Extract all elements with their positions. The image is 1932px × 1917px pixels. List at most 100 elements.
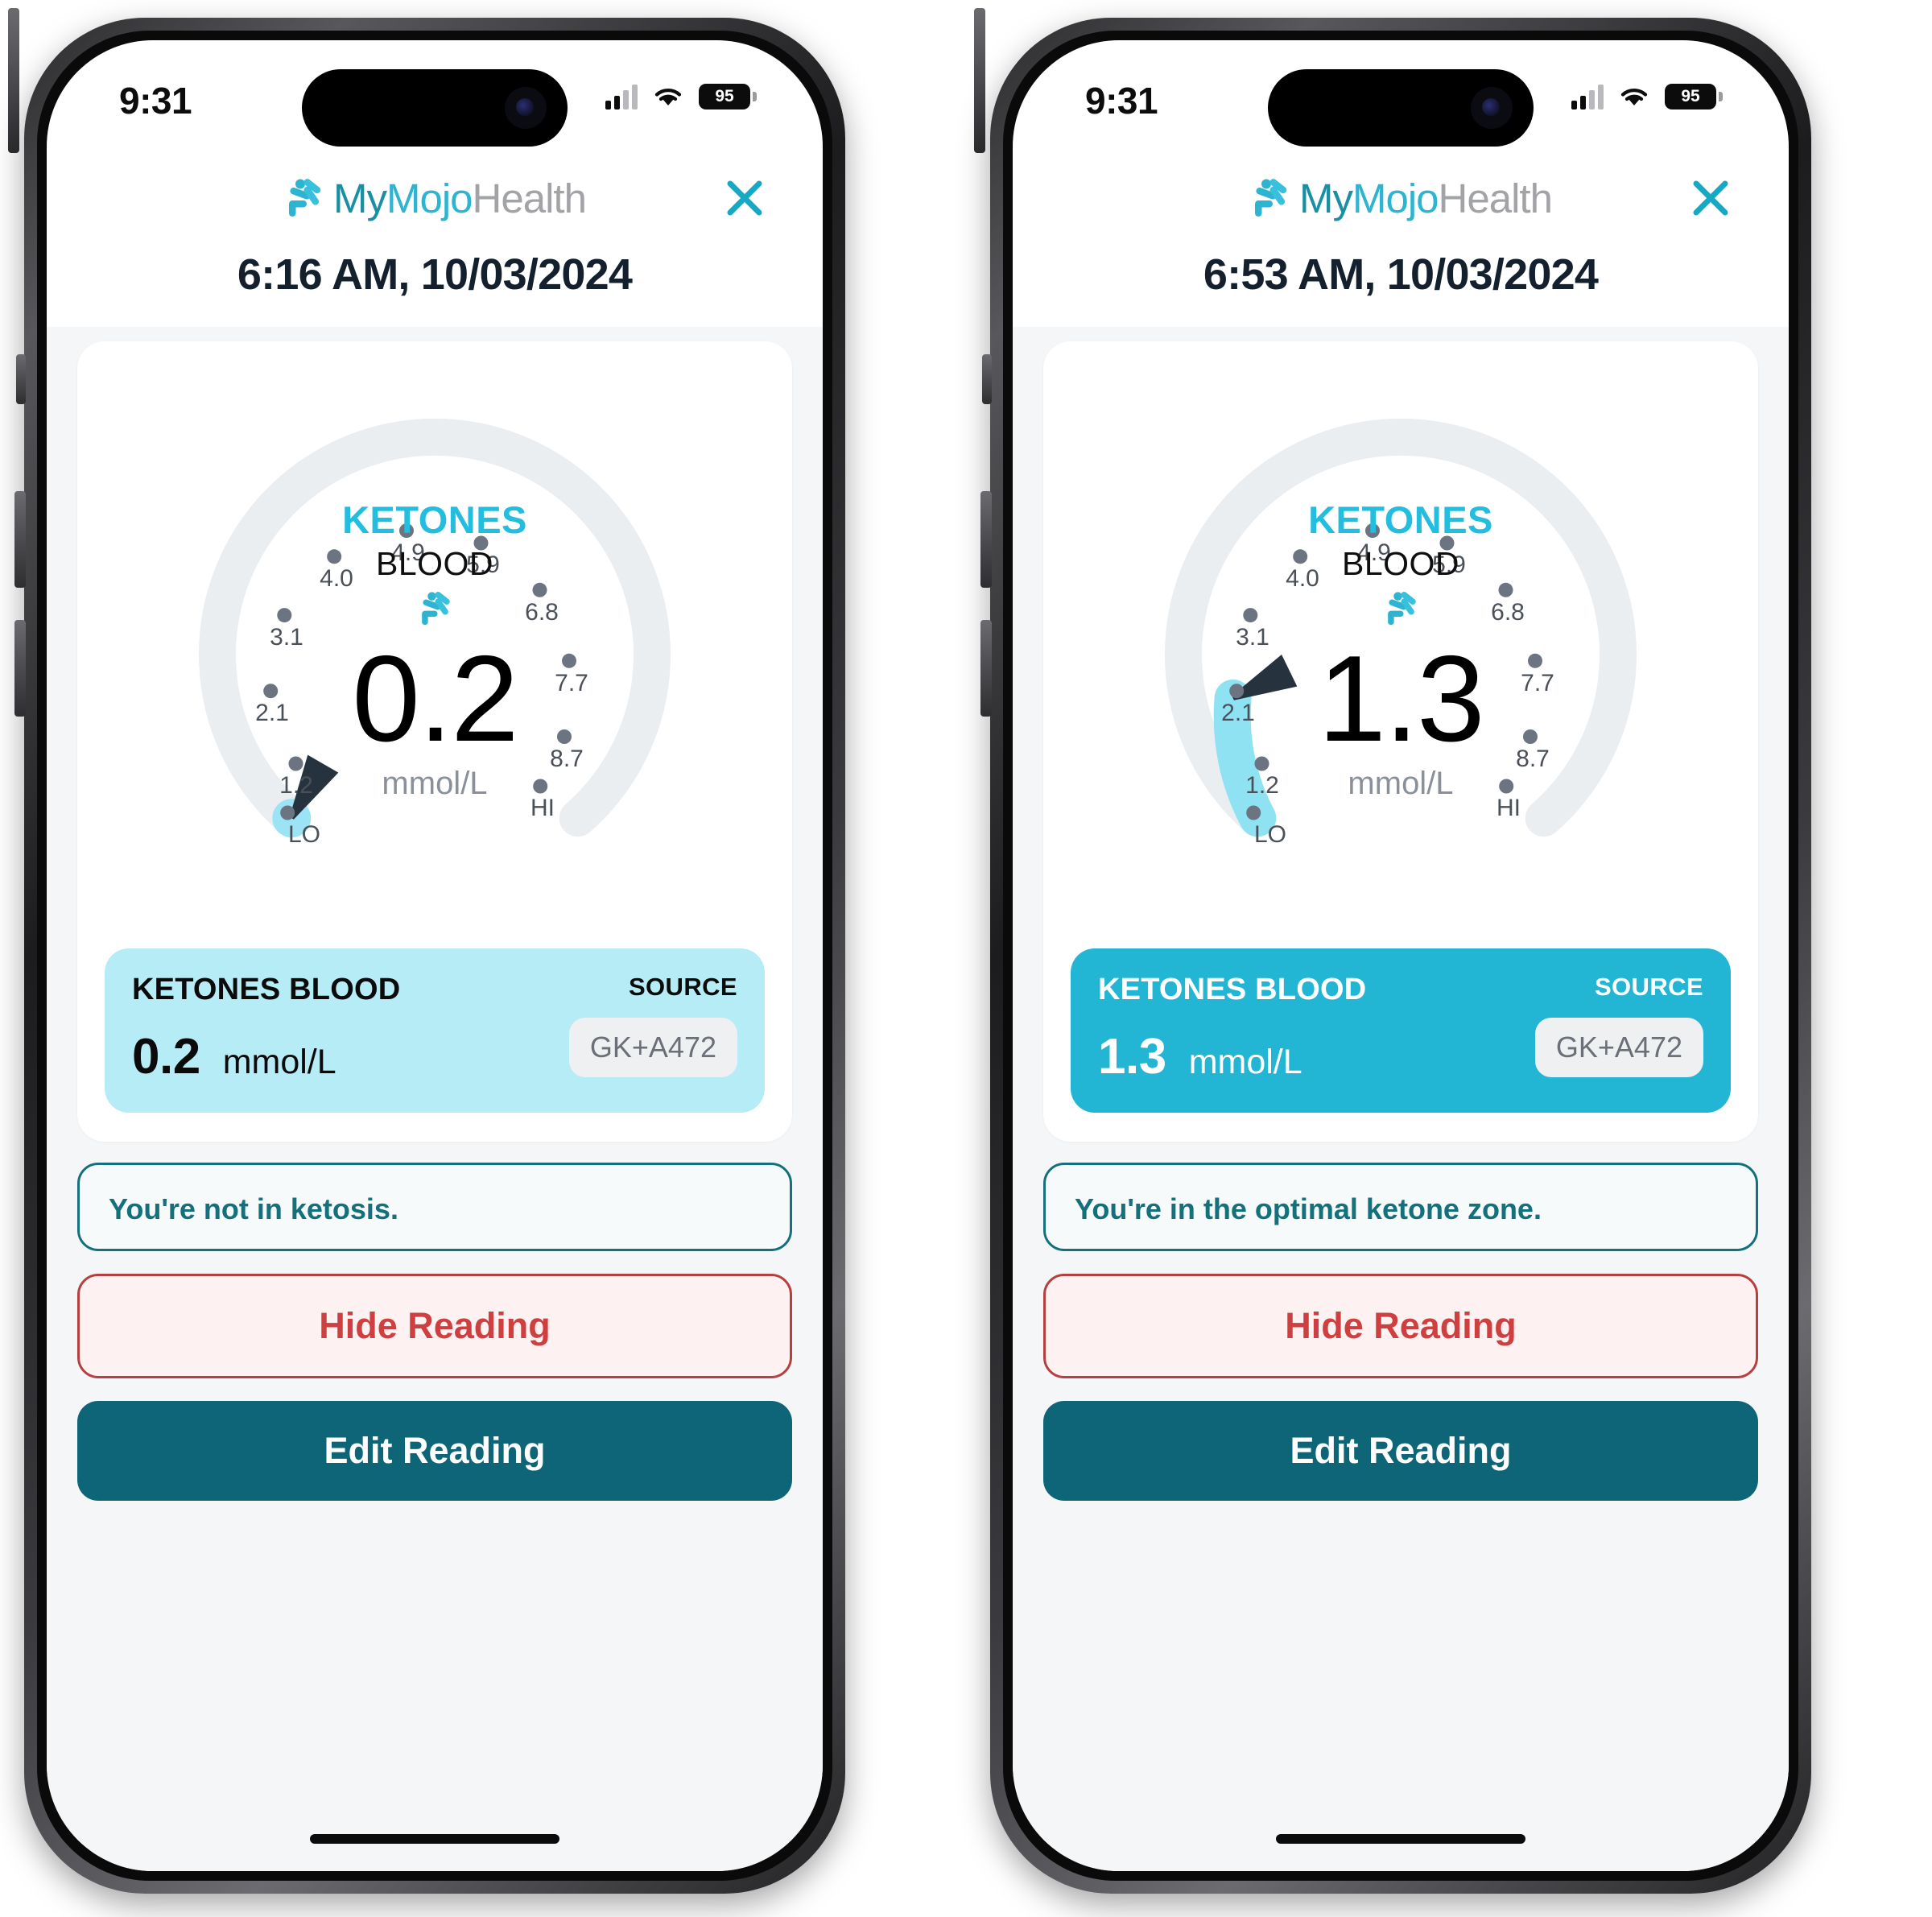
status-time: 9:31 bbox=[1085, 80, 1158, 122]
reading-right: SOURCE GK+A472 bbox=[1534, 973, 1703, 1077]
gauge-tick-5: 4.9 bbox=[1357, 539, 1391, 566]
mymojo-runner-icon bbox=[1255, 179, 1287, 217]
reading-value: 0.2 bbox=[132, 1029, 200, 1085]
status-time: 9:31 bbox=[119, 80, 192, 122]
cellular-signal-icon bbox=[605, 84, 638, 109]
brand-mojo: Mojo bbox=[1352, 175, 1439, 221]
reading-left: KETONES BLOOD 0.2 mmol/L bbox=[132, 973, 400, 1085]
screenshot-root: 9:31 95 MyMojoHealth 6:16 AM, 10/03/2024… bbox=[0, 0, 1932, 1917]
dynamic-island bbox=[302, 69, 568, 147]
ketones-gauge: 1.2 2.1 3.1 4.0 4.9 5.9 6.8 7.7 8.7 LO H… bbox=[1087, 361, 1715, 924]
reading-value: 1.3 bbox=[1098, 1029, 1166, 1085]
reading-summary-card: KETONES BLOOD 0.2 mmol/L SOURCE GK+A472 bbox=[105, 948, 765, 1113]
status-message: You're in the optimal ketone zone. bbox=[1043, 1163, 1758, 1251]
brand-logo: MyMojoHealth bbox=[283, 175, 587, 222]
gauge-tick-8: 7.7 bbox=[555, 670, 588, 696]
source-label: SOURCE bbox=[628, 973, 737, 1001]
brand-my: My bbox=[333, 175, 387, 221]
reading-unit: mmol/L bbox=[222, 1043, 336, 1081]
gauge-card: 1.2 2.1 3.1 4.0 4.9 5.9 6.8 7.7 8.7 LO H… bbox=[1043, 341, 1758, 1142]
reading-right: SOURCE GK+A472 bbox=[568, 973, 737, 1077]
gauge-tick-7: 6.8 bbox=[1491, 599, 1525, 626]
edit-reading-button[interactable]: Edit Reading bbox=[1043, 1401, 1758, 1501]
dynamic-island bbox=[1268, 69, 1534, 147]
source-badge[interactable]: GK+A472 bbox=[568, 1018, 737, 1077]
volume-up-button[interactable] bbox=[14, 491, 26, 588]
status-bar: 9:31 95 bbox=[47, 40, 823, 161]
power-button[interactable] bbox=[8, 8, 19, 153]
logo-row: MyMojoHealth bbox=[1066, 161, 1736, 235]
gauge-tick-6: 5.9 bbox=[1432, 552, 1466, 578]
gauge-hi-label: HI bbox=[1496, 795, 1521, 821]
reading-name: KETONES BLOOD bbox=[1098, 973, 1367, 1006]
close-x-icon bbox=[727, 180, 762, 216]
gauge-tick-3: 3.1 bbox=[270, 624, 303, 651]
volume-up-button[interactable] bbox=[980, 491, 992, 588]
gauge-tick-1: 1.2 bbox=[1245, 772, 1279, 799]
gauge-tick-4: 4.0 bbox=[1286, 565, 1319, 592]
gauge-tick-2: 2.1 bbox=[1221, 700, 1255, 726]
reading-datetime: 6:53 AM, 10/03/2024 bbox=[1203, 250, 1599, 299]
close-button[interactable] bbox=[720, 173, 770, 223]
logo-row: MyMojoHealth bbox=[100, 161, 770, 235]
app-header: MyMojoHealth 6:16 AM, 10/03/2024 bbox=[47, 161, 823, 327]
source-label: SOURCE bbox=[1594, 973, 1703, 1001]
gauge-tick-7: 6.8 bbox=[525, 599, 559, 626]
gauge-tick-1: 1.2 bbox=[279, 772, 313, 799]
gauge-tick-9: 8.7 bbox=[1516, 746, 1550, 772]
volume-down-button[interactable] bbox=[980, 620, 992, 717]
volume-down-button[interactable] bbox=[14, 620, 26, 717]
brand-text: MyMojoHealth bbox=[1299, 175, 1553, 222]
front-camera-icon bbox=[1471, 87, 1513, 129]
power-button[interactable] bbox=[974, 8, 985, 153]
close-x-icon bbox=[1693, 180, 1728, 216]
brand-my: My bbox=[1299, 175, 1353, 221]
battery-percent: 95 bbox=[1681, 87, 1700, 105]
front-camera-icon bbox=[505, 87, 547, 129]
reading-left: KETONES BLOOD 1.3 mmol/L bbox=[1098, 973, 1366, 1085]
gauge-tick-3: 3.1 bbox=[1236, 624, 1269, 651]
wifi-icon bbox=[654, 89, 682, 105]
hide-reading-button[interactable]: Hide Reading bbox=[77, 1274, 792, 1378]
battery-percent: 95 bbox=[715, 87, 734, 105]
status-bar: 9:31 95 bbox=[1013, 40, 1789, 161]
hide-reading-button[interactable]: Hide Reading bbox=[1043, 1274, 1758, 1378]
gauge-arc bbox=[199, 418, 671, 838]
silent-switch[interactable] bbox=[16, 354, 26, 404]
ketones-gauge: 1.2 2.1 3.1 4.0 4.9 5.9 6.8 7.7 8.7 LO H… bbox=[121, 361, 749, 924]
app-body: 1.2 2.1 3.1 4.0 4.9 5.9 6.8 7.7 8.7 LO H… bbox=[1013, 327, 1789, 1871]
status-indicators: 95 bbox=[605, 79, 757, 109]
mymojo-runner-icon bbox=[289, 179, 321, 217]
silent-switch[interactable] bbox=[982, 354, 992, 404]
brand-health: Health bbox=[1438, 175, 1553, 221]
gauge-lo-label: LO bbox=[1253, 821, 1287, 848]
battery-icon: 95 bbox=[699, 84, 757, 109]
close-button[interactable] bbox=[1686, 173, 1736, 223]
reading-datetime: 6:16 AM, 10/03/2024 bbox=[237, 250, 633, 299]
wifi-icon bbox=[1620, 89, 1648, 105]
home-indicator[interactable] bbox=[310, 1834, 559, 1844]
status-indicators: 95 bbox=[1571, 79, 1723, 109]
edit-reading-button[interactable]: Edit Reading bbox=[77, 1401, 792, 1501]
gauge-card: 1.2 2.1 3.1 4.0 4.9 5.9 6.8 7.7 8.7 LO H… bbox=[77, 341, 792, 1142]
brand-logo: MyMojoHealth bbox=[1249, 175, 1553, 222]
gauge-tick-4: 4.0 bbox=[320, 565, 353, 592]
home-indicator[interactable] bbox=[1276, 1834, 1525, 1844]
status-message: You're not in ketosis. bbox=[77, 1163, 792, 1251]
gauge-tick-6: 5.9 bbox=[466, 552, 500, 578]
battery-icon: 95 bbox=[1665, 84, 1723, 109]
brand-text: MyMojoHealth bbox=[333, 175, 587, 222]
app-header: MyMojoHealth 6:53 AM, 10/03/2024 bbox=[1013, 161, 1789, 327]
phone-screen: 9:31 95 bbox=[47, 40, 823, 1871]
gauge-tick-8: 7.7 bbox=[1521, 670, 1554, 696]
phone-pair: 9:31 95 MyMojoHealth 6:16 AM, 10/03/2024… bbox=[0, 0, 1932, 1908]
cellular-signal-icon bbox=[1571, 84, 1604, 109]
gauge-tick-9: 8.7 bbox=[550, 746, 584, 772]
gauge-tick-2: 2.1 bbox=[255, 700, 289, 726]
source-badge[interactable]: GK+A472 bbox=[1534, 1018, 1703, 1077]
reading-unit: mmol/L bbox=[1188, 1043, 1302, 1081]
reading-value-row: 1.3 mmol/L bbox=[1098, 1028, 1366, 1085]
gauge-tick-5: 4.9 bbox=[391, 539, 425, 566]
phone-screen: 9:31 95 bbox=[1013, 40, 1789, 1871]
gauge-hi-label: HI bbox=[530, 795, 555, 821]
